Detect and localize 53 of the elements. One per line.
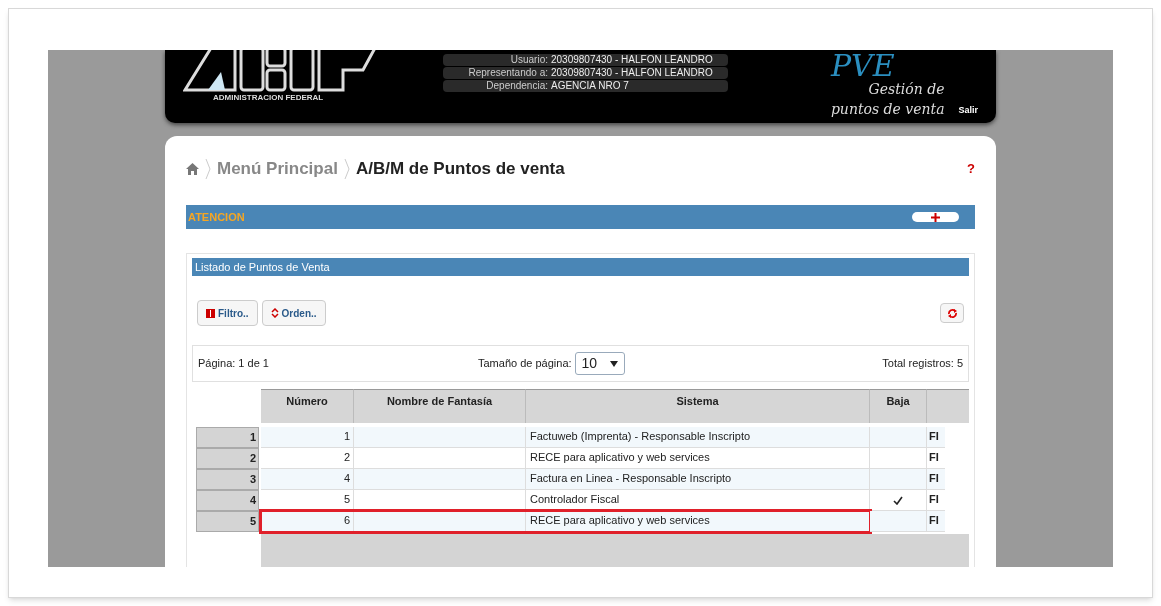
plus-icon <box>931 212 940 222</box>
dropdown-icon <box>609 360 618 367</box>
breadcrumb-item[interactable]: Menú Principal <box>217 156 338 182</box>
logo-caption: ADMINISTRACION FEDERAL <box>213 93 325 102</box>
panel-title: Listado de Puntos de Venta <box>195 259 330 275</box>
table-row[interactable]: 2 RECE para aplicativo y web services <box>261 448 870 469</box>
expand-button[interactable] <box>912 212 959 222</box>
page-size-select[interactable]: 10 <box>574 352 625 375</box>
help-link[interactable]: ? <box>967 159 975 179</box>
table-row[interactable]: 1 Factuweb (Imprenta) - Responsable Inscripto <box>261 427 870 448</box>
info-value: 20309807430 - HALFON LEANDRO <box>551 55 713 65</box>
home-icon[interactable] <box>186 163 199 175</box>
table-cell: 6 <box>261 511 354 532</box>
table-row[interactable]: 5 Controlador Fiscal <box>261 490 870 511</box>
book-icon <box>206 308 215 318</box>
refresh-icon <box>946 307 958 319</box>
page-indicator: Página: 1 de 1 <box>198 356 270 372</box>
row-number: 3 <box>196 469 259 490</box>
info-label: Dependencia: <box>485 81 549 91</box>
row-number: 2 <box>196 448 259 469</box>
column-header: Nombre de Fantasía <box>354 389 526 423</box>
sort-button[interactable]: Orden.. <box>261 300 326 326</box>
info-label: Usuario: <box>509 55 549 65</box>
row-number: 5 <box>196 511 259 532</box>
row-number: 1 <box>196 427 259 448</box>
logout-link[interactable]: Salir <box>958 103 978 117</box>
sort-icon <box>270 308 279 318</box>
info-label: Representando a: <box>467 68 549 78</box>
chevron-icon <box>343 158 350 180</box>
logo-icon <box>183 50 378 92</box>
breadcrumb-item: A/B/M de Puntos de venta <box>355 158 565 181</box>
refresh-button[interactable] <box>940 303 964 323</box>
row-number: 4 <box>196 490 259 511</box>
checkmark-icon <box>893 495 903 505</box>
app-subtitle: Gestión de <box>868 80 945 99</box>
table-cell: FI <box>927 427 945 448</box>
table-row[interactable]: 6 RECE para aplicativo y web services <box>261 511 870 532</box>
info-value: 20309807430 - HALFON LEANDRO <box>551 68 713 78</box>
column-header: Baja <box>870 389 927 423</box>
column-header: Número <box>261 389 354 423</box>
info-value: AGENCIA NRO 7 <box>551 81 629 91</box>
app-name: PVE <box>830 53 895 79</box>
chevron-icon <box>205 158 211 180</box>
table-row[interactable]: 4 Factura en Linea - Responsable Inscripto <box>261 469 870 490</box>
attention-title: ATENCION <box>188 209 245 225</box>
filter-button[interactable]: Filtro.. <box>197 300 258 326</box>
app-subtitle: puntos de venta <box>830 100 945 119</box>
column-header: Sistema <box>526 389 870 423</box>
column-header <box>927 389 969 423</box>
total-records: Total registros: 5 <box>882 356 963 372</box>
page-size-label: Tamaño de página: <box>478 356 572 372</box>
table-cell: FI <box>927 511 945 532</box>
table-cell: FI <box>927 469 945 490</box>
